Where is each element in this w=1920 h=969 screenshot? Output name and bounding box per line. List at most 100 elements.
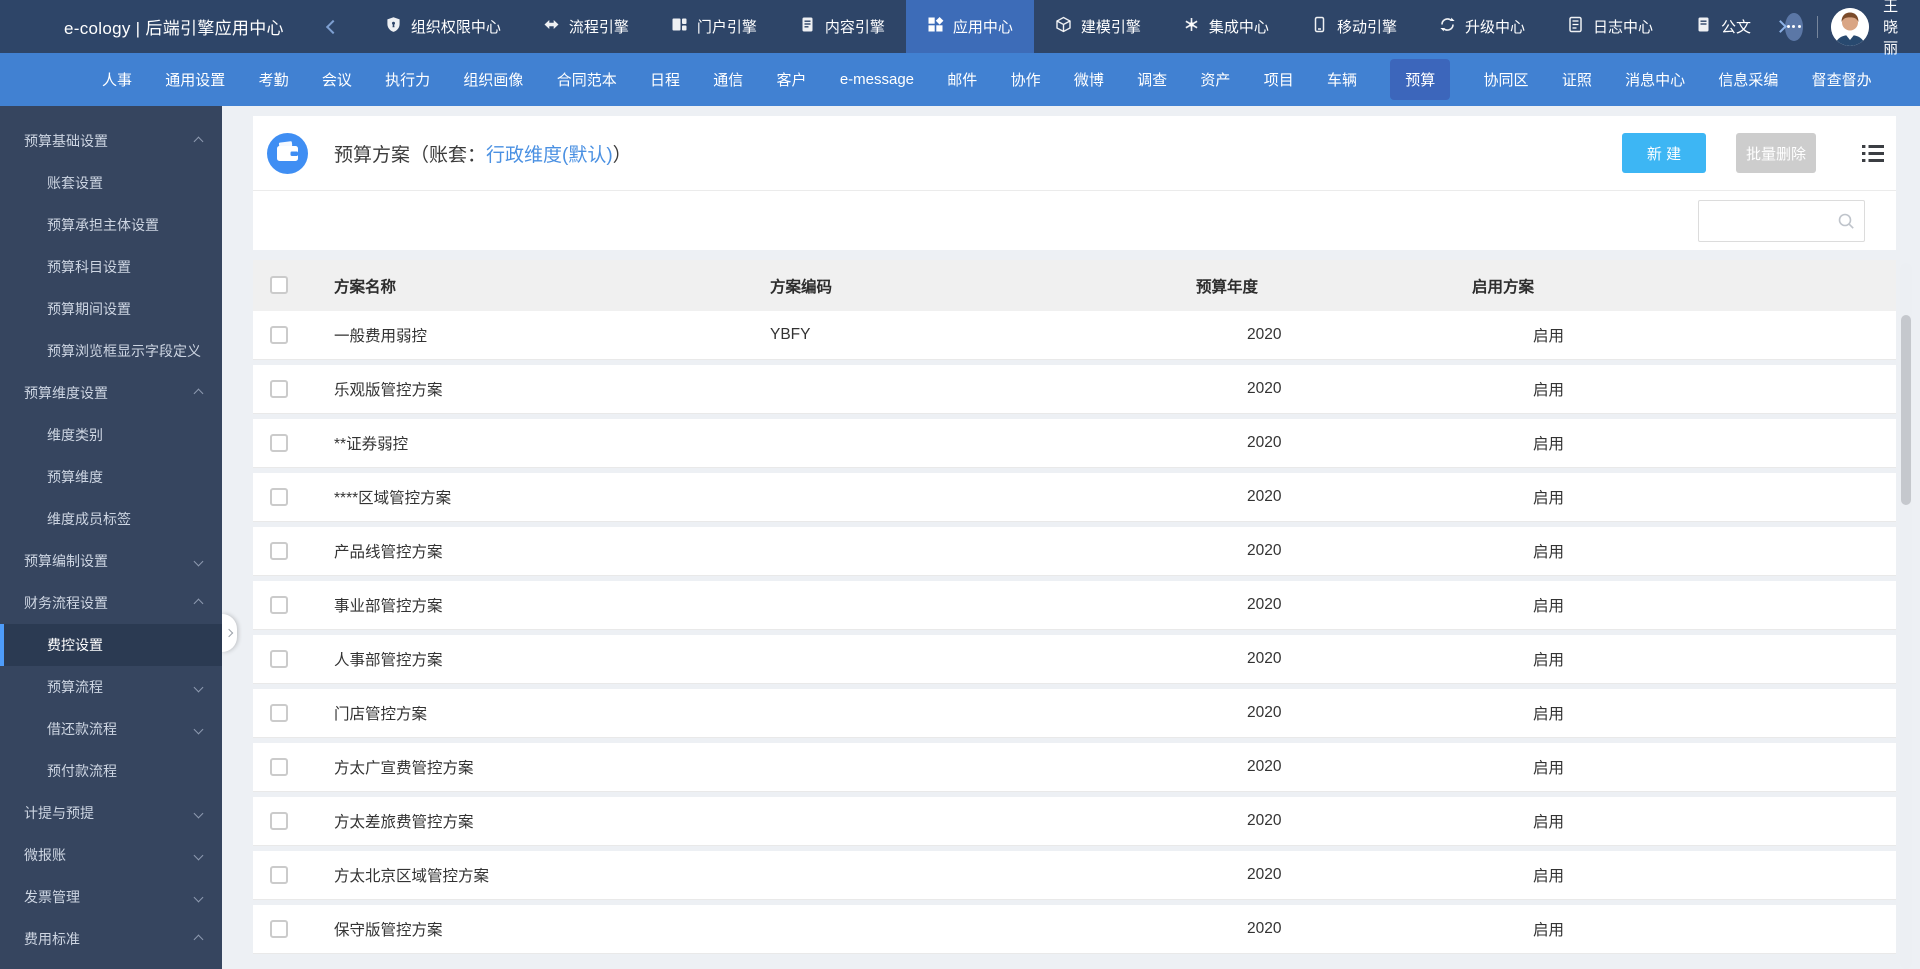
plan-name[interactable]: 产品线管控方案 [334,540,770,562]
plan-name[interactable]: 方太差旅费管控方案 [334,810,770,832]
table-row[interactable]: 产品线管控方案 2020 启用 [253,527,1896,576]
topbar-item-org-permission-center[interactable]: 组织权限中心 [364,0,522,53]
sidebar-sub-item[interactable]: 预算期间设置 [0,288,222,330]
subnav-item[interactable]: 消息中心 [1625,69,1685,90]
sidebar-group-item[interactable]: 微报账 [0,834,222,876]
table-row[interactable]: 方太差旅费管控方案 2020 启用 [253,797,1896,846]
user-name[interactable]: 王晓丽 [1883,0,1911,58]
table-row[interactable]: **证券弱控 2020 启用 [253,419,1896,468]
row-checkbox[interactable] [270,325,288,344]
subnav-item-budget-active[interactable]: 预算 [1390,59,1451,100]
topbar-item-log-center[interactable]: 日志中心 [1546,0,1674,53]
row-checkbox[interactable] [270,757,288,776]
sidebar-sub-item[interactable]: 预付款流程 [0,750,222,792]
list-view-icon[interactable] [1862,144,1884,163]
subnav-item[interactable]: e-message [840,71,914,88]
subnav-item[interactable]: 证照 [1562,69,1592,90]
table-row[interactable]: 乐观版管控方案 2020 启用 [253,365,1896,414]
table-row[interactable]: 事业部管控方案 2020 启用 [253,581,1896,630]
subnav-item[interactable]: 通信 [713,69,743,90]
subnav-item[interactable]: 协作 [1011,69,1041,90]
subnav-item[interactable]: 考勤 [259,69,289,90]
row-checkbox[interactable] [270,703,288,722]
topbar-item-workflow-engine[interactable]: 流程引擎 [522,0,650,53]
row-checkbox[interactable] [270,811,288,830]
subnav-item[interactable]: 客户 [777,69,807,90]
sidebar-group-item[interactable]: 预算编制设置 [0,540,222,582]
sidebar-sub-item[interactable]: 借还款流程 [0,708,222,750]
sidebar-group-item[interactable]: 费用标准 [0,918,222,960]
sidebar-collapse-handle[interactable] [222,614,237,652]
plan-name[interactable]: 方太广宣费管控方案 [334,756,770,778]
sidebar-group-item[interactable]: 财务流程设置 [0,582,222,624]
batch-delete-button[interactable]: 批量删除 [1736,133,1816,173]
plan-name[interactable]: 乐观版管控方案 [334,378,770,400]
sidebar-sub-item-selected[interactable]: 费控设置 [0,624,222,666]
row-checkbox[interactable] [270,919,288,938]
subnav-item[interactable]: 日程 [650,69,680,90]
row-checkbox[interactable] [270,541,288,560]
subnav-item[interactable]: 督查督办 [1812,69,1872,90]
subnav-item[interactable]: 调查 [1137,69,1167,90]
topbar-item-integration-center[interactable]: 集成中心 [1162,0,1290,53]
plan-name[interactable]: **证券弱控 [334,432,770,454]
subnav-item[interactable]: 通用设置 [165,69,225,90]
topbar-item-content-engine[interactable]: 内容引擎 [778,0,906,53]
sidebar-group-item[interactable]: 预算维度设置 [0,372,222,414]
table-row[interactable]: 人事部管控方案 2020 启用 [253,635,1896,684]
subnav-item[interactable]: 资产 [1200,69,1230,90]
more-options-icon[interactable] [1785,12,1803,41]
subnav-item[interactable]: 信息采编 [1718,69,1778,90]
table-row[interactable]: 方太北京区域管控方案 2020 启用 [253,851,1896,900]
subnav-item[interactable]: 会议 [322,69,352,90]
subnav-item[interactable]: 人事 [102,69,132,90]
plan-name[interactable]: 人事部管控方案 [334,648,770,670]
sidebar-sub-item[interactable]: 预算维度 [0,456,222,498]
topbar-item-official-doc[interactable]: 公文 [1674,0,1772,53]
row-checkbox[interactable] [270,595,288,614]
sidebar-sub-item[interactable]: 预算浏览框显示字段定义 [0,330,222,372]
subnav-item[interactable]: 项目 [1264,69,1294,90]
table-row[interactable]: 一般费用弱控 YBFY 2020 启用 [253,311,1896,360]
topbar-item-modeling-engine[interactable]: 建模引擎 [1034,0,1162,53]
subnav-item[interactable]: 协同区 [1484,69,1529,90]
row-checkbox[interactable] [270,865,288,884]
plan-name[interactable]: 一般费用弱控 [334,324,770,346]
plan-name[interactable]: 方太北京区域管控方案 [334,864,770,886]
sidebar-sub-item[interactable]: 预算科目设置 [0,246,222,288]
plan-name[interactable]: 保守版管控方案 [334,918,770,940]
topbar-item-mobile-engine[interactable]: 移动引擎 [1290,0,1418,53]
sidebar-group-item[interactable]: 预算基础设置 [0,120,222,162]
row-checkbox[interactable] [270,433,288,452]
table-row[interactable]: 门店管控方案 2020 启用 [253,689,1896,738]
sidebar-sub-item[interactable]: 维度成员标签 [0,498,222,540]
row-checkbox[interactable] [270,379,288,398]
topbar-item-upgrade-center[interactable]: 升级中心 [1418,0,1546,53]
account-set-link[interactable]: 行政维度(默认) [486,145,613,166]
subnav-item[interactable]: 邮件 [947,69,977,90]
subnav-item[interactable]: 组织画像 [463,69,523,90]
subnav-item[interactable]: 车辆 [1327,69,1357,90]
create-button[interactable]: 新 建 [1622,133,1706,173]
topbar-item-portal-engine[interactable]: 门户引擎 [650,0,778,53]
select-all-checkbox[interactable] [270,276,288,295]
back-chevron-icon[interactable] [325,19,340,34]
avatar[interactable] [1831,7,1870,46]
subnav-item[interactable]: 执行力 [385,69,430,90]
table-row[interactable]: 保守版管控方案 2020 启用 [253,905,1896,954]
plan-name[interactable]: 事业部管控方案 [334,594,770,616]
subnav-item[interactable]: 微博 [1074,69,1104,90]
subnav-item[interactable]: 合同范本 [557,69,617,90]
plan-name[interactable]: 门店管控方案 [334,702,770,724]
plan-name[interactable]: ****区域管控方案 [334,486,770,508]
vertical-scrollbar[interactable] [1900,263,1912,969]
sidebar-group-item[interactable]: 发票管理 [0,876,222,918]
sidebar-sub-item[interactable]: 账套设置 [0,162,222,204]
sidebar-sub-item[interactable]: 维度类别 [0,414,222,456]
table-row[interactable]: 方太广宣费管控方案 2020 启用 [253,743,1896,792]
scrollbar-thumb[interactable] [1901,315,1911,505]
topbar-item-app-center-active[interactable]: 应用中心 [905,0,1034,53]
sidebar-sub-item[interactable]: 预算承担主体设置 [0,204,222,246]
row-checkbox[interactable] [270,649,288,668]
table-row[interactable]: ****区域管控方案 2020 启用 [253,473,1896,522]
